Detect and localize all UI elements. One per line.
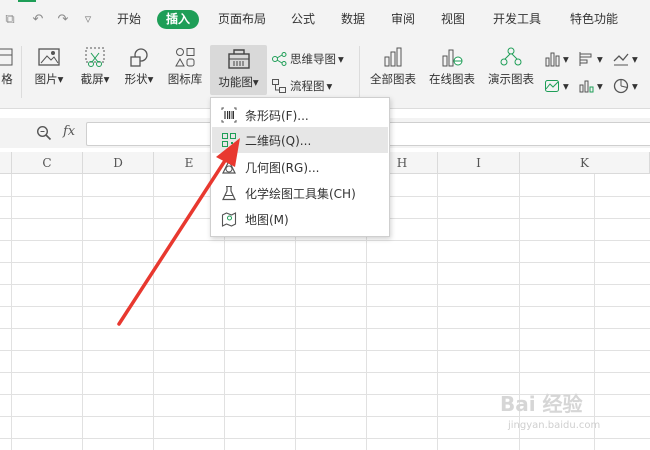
watermark-text: Bai 经验 <box>500 392 583 416</box>
watermark-logo: Bai 经验 <box>500 388 583 417</box>
watermark-url: jingyan.baidu.com <box>508 420 601 431</box>
annotation-arrow <box>117 138 240 326</box>
